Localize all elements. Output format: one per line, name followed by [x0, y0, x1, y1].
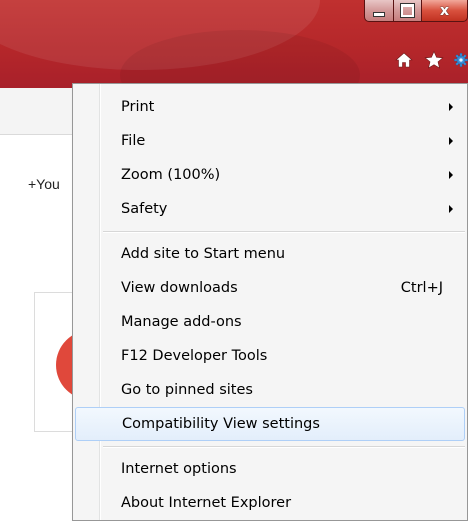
menu-item-label: Print	[121, 99, 155, 115]
menu-item-label: Internet options	[121, 461, 237, 477]
menu-item-f12-developer-tools[interactable]: F12 Developer Tools	[73, 339, 467, 373]
menu-item-compatibility-view-settings[interactable]: Compatibility View settings	[75, 407, 465, 441]
menu-item-view-downloads[interactable]: View downloads Ctrl+J	[73, 271, 467, 305]
menu-item-label: About Internet Explorer	[121, 495, 292, 511]
menu-item-zoom[interactable]: Zoom (100%)	[73, 158, 467, 192]
browser-titlebar: x	[0, 0, 468, 88]
minimize-button[interactable]	[364, 0, 394, 22]
menu-item-label: Manage add-ons	[121, 314, 242, 330]
menu-item-label: Compatibility View settings	[122, 416, 320, 432]
menu-item-label: Add site to Start menu	[121, 246, 286, 262]
restore-button[interactable]	[394, 0, 422, 22]
menu-item-label: File	[121, 133, 146, 149]
tools-menu: Print File Zoom (100%) Safety Add site t…	[72, 83, 468, 521]
menu-item-about-internet-explorer[interactable]: About Internet Explorer	[73, 486, 467, 520]
submenu-arrow-icon	[449, 205, 453, 213]
page-link-text[interactable]: +You	[28, 176, 60, 192]
submenu-arrow-icon	[449, 103, 453, 111]
favorites-star-icon	[424, 50, 444, 69]
browser-toolbar-icons	[394, 50, 468, 70]
submenu-arrow-icon	[449, 137, 453, 145]
menu-item-manage-add-ons[interactable]: Manage add-ons	[73, 305, 467, 339]
close-button[interactable]: x	[422, 0, 468, 22]
tools-button[interactable]	[454, 50, 468, 70]
menu-item-internet-options[interactable]: Internet options	[73, 452, 467, 486]
menu-item-label: F12 Developer Tools	[121, 348, 268, 364]
menu-item-add-site-to-start-menu[interactable]: Add site to Start menu	[73, 237, 467, 271]
menu-item-safety[interactable]: Safety	[73, 192, 467, 226]
menu-item-print[interactable]: Print	[73, 90, 467, 124]
tools-gear-icon	[454, 53, 468, 67]
menu-separator	[73, 226, 467, 237]
window-controls: x	[364, 0, 468, 25]
menu-item-label: Zoom (100%)	[121, 167, 221, 183]
home-icon	[395, 52, 413, 68]
menu-item-go-to-pinned-sites[interactable]: Go to pinned sites	[73, 373, 467, 407]
restore-icon	[400, 3, 415, 18]
menu-item-label: Go to pinned sites	[121, 382, 253, 398]
close-icon: x	[439, 2, 450, 19]
minimize-icon	[373, 12, 385, 17]
menu-item-label: Safety	[121, 201, 168, 217]
submenu-arrow-icon	[449, 171, 453, 179]
menu-item-shortcut: Ctrl+J	[400, 280, 443, 296]
favorites-button[interactable]	[424, 50, 444, 70]
menu-item-label: View downloads	[121, 280, 238, 296]
menu-item-file[interactable]: File	[73, 124, 467, 158]
home-button[interactable]	[394, 50, 414, 70]
menu-items: Print File Zoom (100%) Safety Add site t…	[73, 90, 467, 520]
menu-separator	[73, 441, 467, 452]
